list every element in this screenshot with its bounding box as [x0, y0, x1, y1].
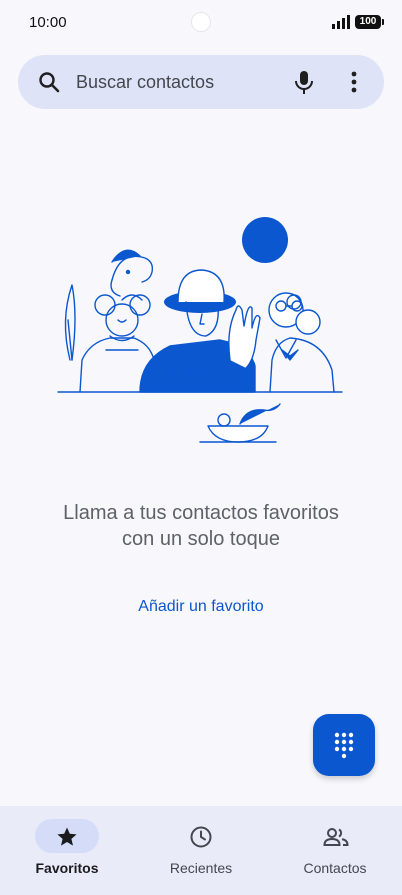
- nav-label-favoritos: Favoritos: [35, 860, 99, 876]
- dialpad-icon: [334, 732, 354, 759]
- favorites-illustration: [57, 217, 343, 443]
- dialpad-button[interactable]: [313, 714, 375, 776]
- add-favorite-link[interactable]: Añadir un favorito: [100, 598, 302, 616]
- clock-icon: [190, 826, 212, 848]
- battery-icon: 100: [355, 15, 384, 29]
- status-time: 10:00: [29, 14, 67, 31]
- mic-icon[interactable]: [292, 69, 316, 95]
- search-input[interactable]: Buscar contactos: [76, 72, 214, 93]
- nav-label-recientes: Recientes: [169, 860, 233, 876]
- bottom-navigation: Favoritos Recientes Contactos: [0, 806, 402, 895]
- camera-cutout: [191, 12, 211, 32]
- nav-label-contactos: Contactos: [303, 860, 367, 876]
- star-icon: [57, 827, 77, 846]
- signal-icon: [332, 15, 350, 29]
- nav-item-recientes[interactable]: Recientes: [141, 818, 261, 882]
- nav-item-favoritos[interactable]: Favoritos: [7, 818, 127, 882]
- nav-item-contactos[interactable]: Contactos: [275, 818, 395, 882]
- people-icon: [323, 828, 349, 846]
- search-bar[interactable]: Buscar contactos: [18, 55, 384, 109]
- status-bar: 10:00 100: [0, 0, 402, 44]
- empty-state-message: Llama a tus contactos favoritos con un s…: [63, 502, 339, 550]
- search-icon[interactable]: [37, 70, 61, 94]
- more-vert-icon[interactable]: [344, 70, 364, 94]
